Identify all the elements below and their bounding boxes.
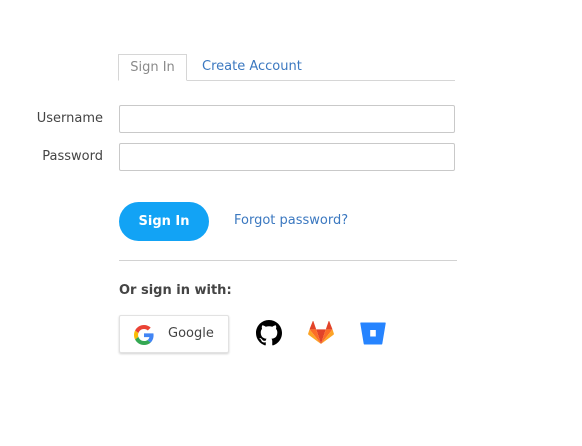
sign-in-button[interactable]: Sign In: [119, 202, 209, 241]
google-signin-button[interactable]: Google: [119, 315, 229, 353]
tab-create-account[interactable]: Create Account: [202, 54, 302, 80]
bitbucket-icon: [360, 320, 386, 346]
password-label: Password: [42, 149, 103, 164]
gitlab-signin-button[interactable]: [308, 320, 334, 346]
github-signin-button[interactable]: [256, 320, 282, 346]
username-input[interactable]: [119, 105, 455, 133]
divider: [119, 260, 457, 261]
forgot-password-link[interactable]: Forgot password?: [234, 213, 348, 228]
gitlab-icon: [308, 320, 334, 346]
password-input[interactable]: [119, 143, 455, 171]
login-page: Sign In Create Account Username Password…: [0, 0, 582, 446]
google-icon: [134, 325, 154, 345]
auth-tabs: Sign In Create Account: [118, 54, 455, 81]
github-icon: [256, 320, 282, 346]
social-signin-heading: Or sign in with:: [119, 283, 232, 298]
bitbucket-signin-button[interactable]: [360, 320, 386, 346]
tab-sign-in[interactable]: Sign In: [118, 54, 187, 81]
google-label: Google: [168, 326, 214, 341]
username-label: Username: [36, 111, 103, 126]
